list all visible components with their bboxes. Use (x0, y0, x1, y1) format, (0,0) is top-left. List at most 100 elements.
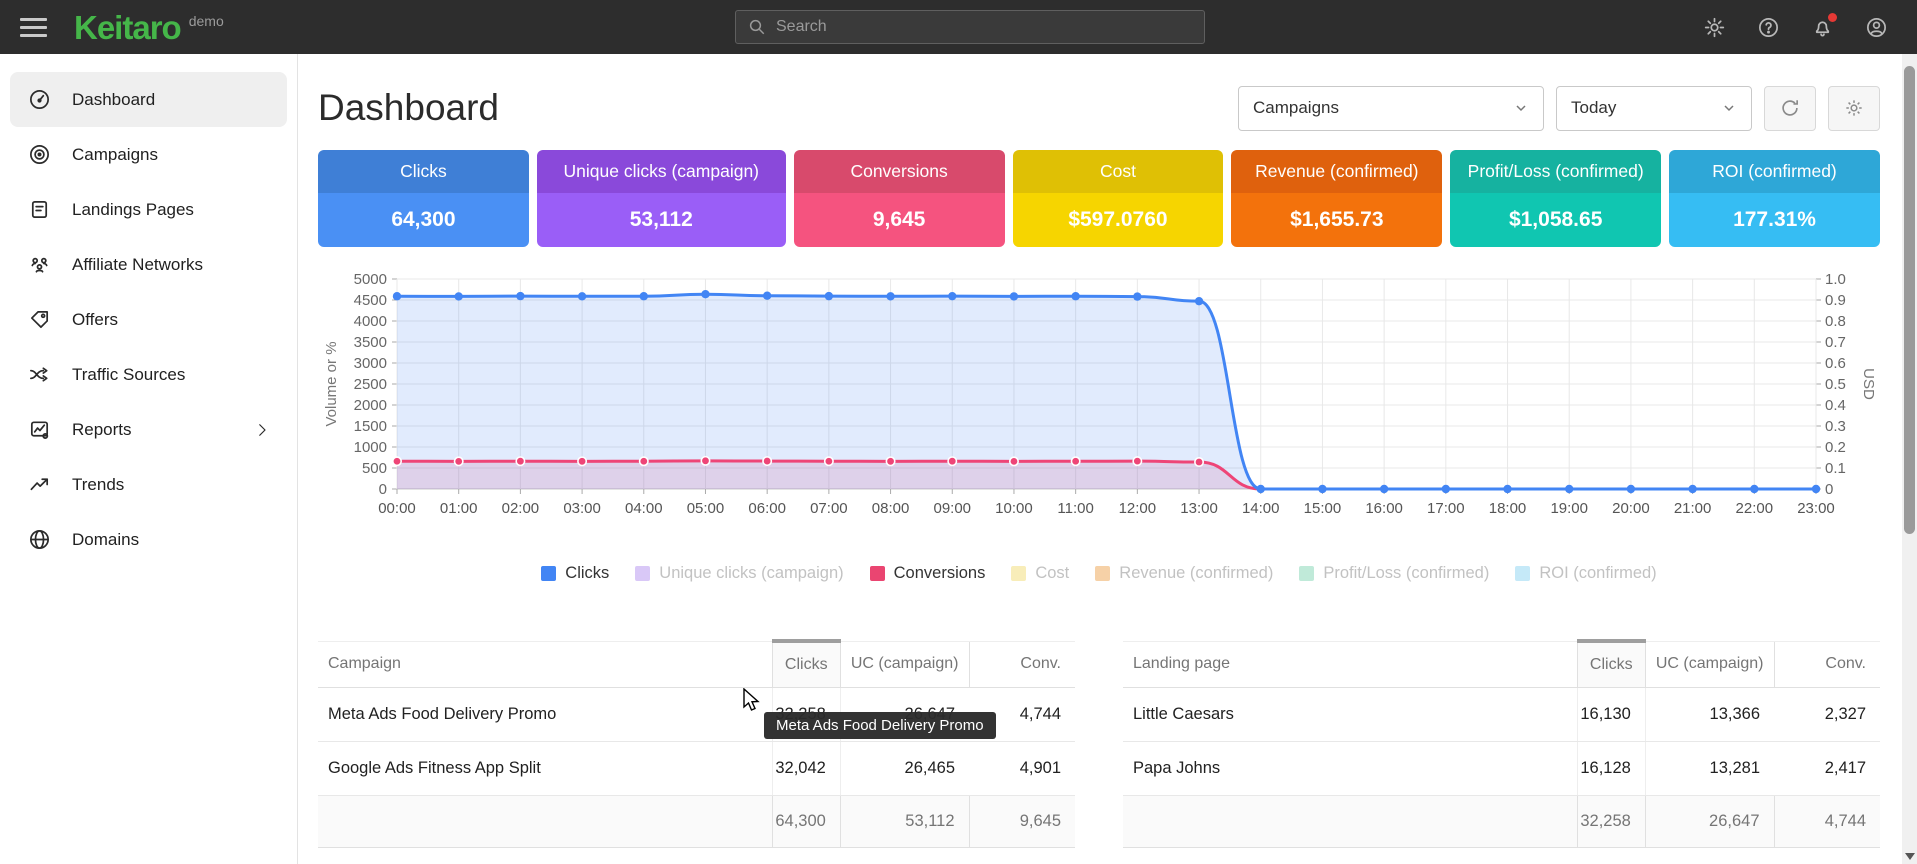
sidebar-item-label: Campaigns (72, 145, 158, 165)
sidebar-item-domains[interactable]: Domains (10, 512, 287, 567)
chart-settings-button[interactable] (1828, 86, 1880, 131)
stat-card-label: Cost (1013, 150, 1224, 193)
stat-card-profit-loss-confirmed[interactable]: Profit/Loss (confirmed)$1,058.65 (1450, 150, 1661, 247)
grouping-select-value: Campaigns (1253, 98, 1339, 118)
stat-card-revenue-confirmed[interactable]: Revenue (confirmed)$1,655.73 (1231, 150, 1442, 247)
legend-label: Conversions (894, 564, 986, 583)
global-search[interactable] (735, 10, 1205, 44)
sidebar-item-label: Trends (72, 475, 124, 495)
column-header-conv[interactable]: Conv. (969, 641, 1075, 687)
row-value-cell: 13,366 (1645, 687, 1774, 741)
svg-text:01:00: 01:00 (440, 500, 478, 517)
scrollbar-thumb[interactable] (1904, 66, 1915, 534)
svg-text:04:00: 04:00 (625, 500, 663, 517)
totals-cell: 26,647 (1645, 795, 1774, 847)
search-icon (748, 18, 766, 36)
column-header-uc-campaign[interactable]: UC (campaign) (840, 641, 969, 687)
column-header-clicks[interactable]: Clicks (1577, 641, 1645, 687)
stat-card-clicks[interactable]: Clicks64,300 (318, 150, 529, 247)
stat-card-label: Conversions (794, 150, 1005, 193)
totals-cell: 53,112 (840, 795, 969, 847)
legend-item-profit-loss-confirmed[interactable]: Profit/Loss (confirmed) (1299, 564, 1489, 583)
stat-card-roi-confirmed[interactable]: ROI (confirmed)177.31% (1669, 150, 1880, 247)
tag-icon (26, 307, 52, 333)
menu-toggle-icon[interactable] (0, 18, 60, 37)
column-header-landing-page[interactable]: Landing page (1123, 641, 1577, 687)
svg-text:4000: 4000 (354, 313, 387, 330)
table-row[interactable]: Little Caesars16,13013,3662,327 (1123, 687, 1880, 741)
totals-cell: 9,645 (969, 795, 1075, 847)
svg-text:15:00: 15:00 (1304, 500, 1342, 517)
stat-card-unique-clicks-campaign[interactable]: Unique clicks (campaign)53,112 (537, 150, 786, 247)
row-value-cell: 32,042 (772, 741, 840, 795)
sidebar-item-trends[interactable]: Trends (10, 457, 287, 512)
sidebar-item-affiliate-networks[interactable]: Affiliate Networks (10, 237, 287, 292)
row-value-cell: 16,130 (1577, 687, 1645, 741)
chart-canvas[interactable]: 50001.045000.940000.835000.730000.625000… (318, 269, 1880, 523)
legend-item-roi-confirmed[interactable]: ROI (confirmed) (1515, 564, 1656, 583)
sidebar-item-label: Landings Pages (72, 200, 194, 220)
stat-card-value: 177.31% (1669, 193, 1880, 247)
scrollbar-down-arrow[interactable] (1905, 853, 1915, 860)
table-row[interactable]: Google Ads Fitness App Split32,04226,465… (318, 741, 1075, 795)
stat-card-cost[interactable]: Cost$597.0760 (1013, 150, 1224, 247)
sidebar-item-label: Domains (72, 530, 139, 550)
sidebar-item-campaigns[interactable]: Campaigns (10, 127, 287, 182)
row-name-cell: Little Caesars (1123, 687, 1577, 741)
date-range-select[interactable]: Today (1556, 86, 1752, 131)
legend-item-conversions[interactable]: Conversions (870, 564, 986, 583)
sidebar-item-traffic-sources[interactable]: Traffic Sources (10, 347, 287, 402)
help-icon[interactable] (1753, 12, 1783, 42)
totals-cell: 32,258 (1577, 795, 1645, 847)
legend-label: Revenue (confirmed) (1119, 564, 1273, 583)
legend-item-revenue-confirmed[interactable]: Revenue (confirmed) (1095, 564, 1273, 583)
sidebar-item-label: Dashboard (72, 90, 155, 110)
column-header-conv[interactable]: Conv. (1774, 641, 1880, 687)
legend-label: Clicks (565, 564, 609, 583)
svg-text:USD: USD (1860, 368, 1877, 400)
row-value-cell: 2,327 (1774, 687, 1880, 741)
table-row[interactable]: Papa Johns16,12813,2812,417 (1123, 741, 1880, 795)
brand: Keitaro demo (74, 11, 224, 44)
legend-swatch (1515, 566, 1530, 581)
stat-card-value: $1,058.65 (1450, 193, 1661, 247)
svg-text:23:00: 23:00 (1797, 500, 1835, 517)
legend-swatch (1299, 566, 1314, 581)
svg-text:07:00: 07:00 (810, 500, 848, 517)
legend-label: Unique clicks (campaign) (659, 564, 843, 583)
legend-item-cost[interactable]: Cost (1011, 564, 1069, 583)
svg-text:1.0: 1.0 (1825, 271, 1846, 288)
row-value-cell: 26,465 (840, 741, 969, 795)
sidebar-item-dashboard[interactable]: Dashboard (10, 72, 287, 127)
legend-item-clicks[interactable]: Clicks (541, 564, 609, 583)
legend-swatch (1095, 566, 1110, 581)
svg-text:1500: 1500 (354, 418, 387, 435)
column-header-uc-campaign[interactable]: UC (campaign) (1645, 641, 1774, 687)
svg-text:0: 0 (1825, 481, 1833, 498)
column-header-clicks[interactable]: Clicks (772, 641, 840, 687)
sidebar-item-landings-pages[interactable]: Landings Pages (10, 182, 287, 237)
topbar: Keitaro demo (0, 0, 1917, 54)
svg-text:21:00: 21:00 (1674, 500, 1712, 517)
main-content: Dashboard Campaigns Today Clicks64,300Un (298, 54, 1902, 864)
sidebar-item-offers[interactable]: Offers (10, 292, 287, 347)
account-icon[interactable] (1861, 12, 1891, 42)
sidebar-item-reports[interactable]: Reports (10, 402, 287, 457)
sidebar-item-label: Affiliate Networks (72, 255, 203, 275)
row-value-cell: 4,901 (969, 741, 1075, 795)
search-input[interactable] (776, 18, 1192, 36)
page-scrollbar[interactable] (1902, 54, 1917, 864)
report-icon (26, 417, 52, 443)
grouping-select[interactable]: Campaigns (1238, 86, 1544, 131)
campaigns-table: CampaignClicksUC (campaign)Conv.Meta Ads… (318, 639, 1075, 848)
date-range-value: Today (1571, 98, 1616, 118)
legend-item-unique-clicks-campaign[interactable]: Unique clicks (campaign) (635, 564, 843, 583)
page-header: Dashboard Campaigns Today (318, 84, 1880, 132)
totals-cell (1123, 795, 1577, 847)
notifications-icon[interactable] (1807, 12, 1837, 42)
settings-icon[interactable] (1699, 12, 1729, 42)
column-header-campaign[interactable]: Campaign (318, 641, 772, 687)
svg-text:19:00: 19:00 (1550, 500, 1588, 517)
refresh-button[interactable] (1764, 86, 1816, 131)
stat-card-conversions[interactable]: Conversions9,645 (794, 150, 1005, 247)
